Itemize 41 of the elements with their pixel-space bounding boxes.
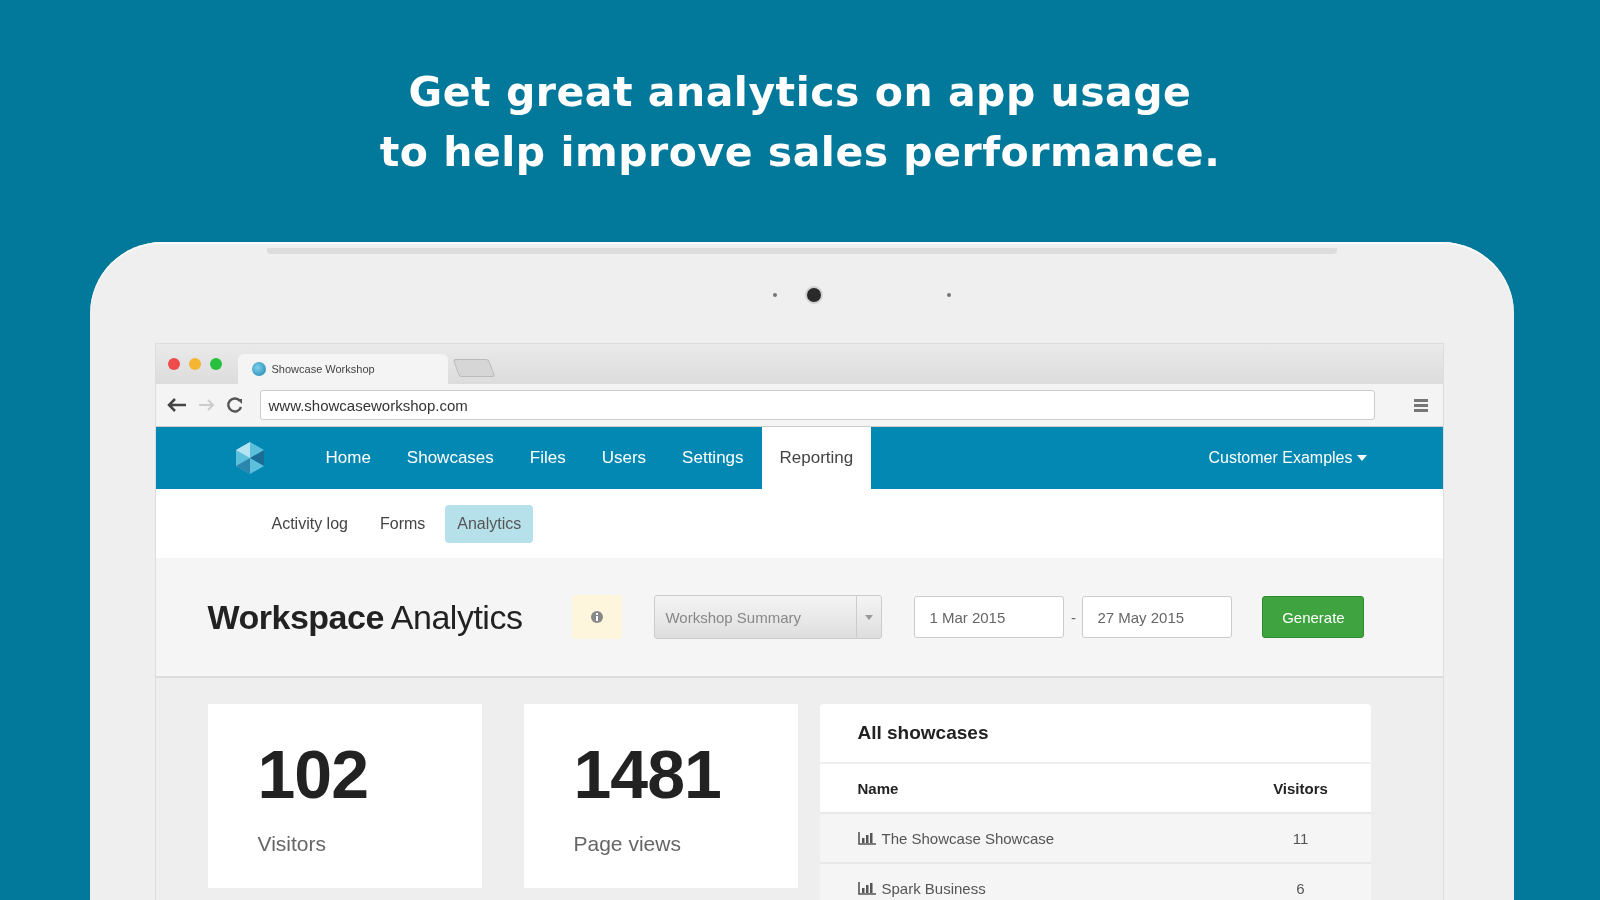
account-menu[interactable]: Customer Examples: [1208, 427, 1367, 489]
bar-chart-icon: [857, 831, 876, 845]
stat-label: Page views: [573, 832, 682, 856]
column-header: Name: [857, 779, 900, 797]
table-cell[interactable]: The Showcase Showcase: [857, 829, 1271, 847]
headline: Get great analytics on app usage to help improve sales performance.: [378, 67, 1222, 178]
nav-tab[interactable]: Users: [583, 427, 665, 489]
page-title: Workspace Analytics: [207, 597, 523, 637]
nav-tab[interactable]: Files: [511, 427, 584, 489]
column-header: Visitors: [1272, 779, 1329, 797]
subnav-tab[interactable]: Forms: [367, 504, 438, 543]
address-bar[interactable]: www.showcaseworkshop.com: [259, 390, 1375, 420]
reload-icon[interactable]: [225, 396, 244, 414]
stat-value: 1481: [573, 740, 722, 808]
table-cell[interactable]: Spark Business: [857, 879, 1271, 897]
nav-tab[interactable]: Reporting: [761, 427, 872, 489]
table-cell-text: 11: [1291, 829, 1310, 847]
camera-icon: [805, 286, 823, 304]
caret-icon: [1356, 455, 1367, 461]
info-button[interactable]: [572, 595, 623, 639]
bar-chart-icon: [857, 881, 876, 895]
nav-tab[interactable]: Settings: [664, 427, 762, 489]
browser-tab[interactable]: Showcase Workshop: [237, 354, 448, 384]
globe-icon: [251, 362, 266, 376]
date-field[interactable]: 1 Mar 2015: [914, 596, 1065, 638]
stat-label: Visitors: [257, 832, 327, 856]
card-title: All showcases: [819, 704, 1371, 764]
info-icon: [591, 611, 604, 623]
generate-button[interactable]: Generate: [1262, 596, 1365, 638]
nav-tab[interactable]: Showcases: [388, 427, 512, 489]
table-cell-text: 6: [1295, 879, 1306, 897]
caret-icon: [865, 614, 874, 620]
back-icon[interactable]: [165, 397, 188, 413]
menu-icon[interactable]: [1412, 397, 1429, 413]
date-field[interactable]: 27 May 2015: [1082, 596, 1233, 638]
window-controls-icon: [167, 358, 222, 370]
stat-value: 102: [257, 740, 369, 808]
subnav-tab[interactable]: Analytics: [445, 504, 534, 543]
nav-tab[interactable]: Home: [307, 427, 389, 489]
date-separator: -: [1069, 608, 1077, 626]
subnav-tab[interactable]: Activity log: [259, 504, 360, 543]
